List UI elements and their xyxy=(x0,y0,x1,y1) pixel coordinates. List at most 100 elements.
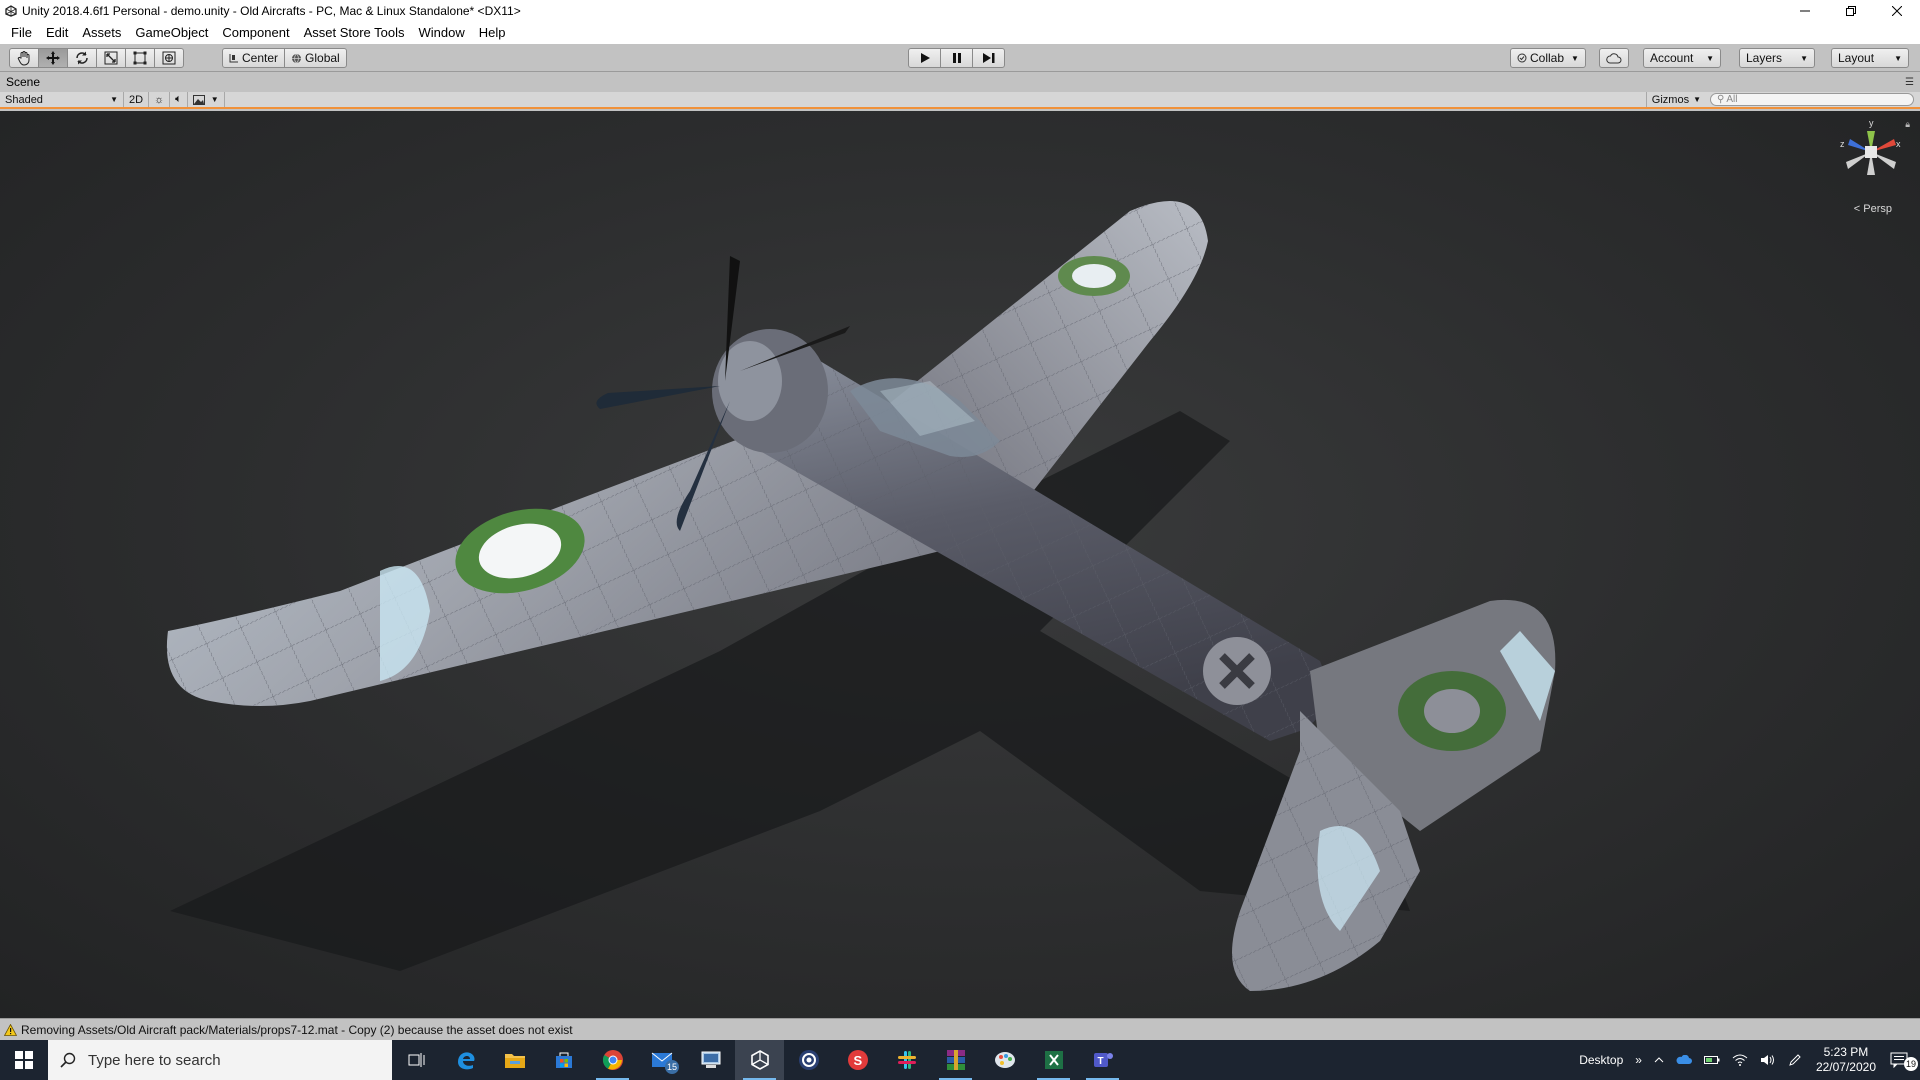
restore-button[interactable] xyxy=(1828,0,1874,22)
menu-help[interactable]: Help xyxy=(472,22,513,44)
transform-tool-button[interactable] xyxy=(154,48,184,68)
minimize-button[interactable] xyxy=(1782,0,1828,22)
substance-icon: S xyxy=(847,1050,868,1070)
volume-icon[interactable] xyxy=(1754,1054,1782,1066)
effects-dropdown[interactable]: ▼ xyxy=(188,92,225,107)
clock-time: 5:23 PM xyxy=(1823,1045,1869,1059)
taskbar-search-input[interactable]: Type here to search xyxy=(48,1040,392,1080)
svg-text:T: T xyxy=(1097,1056,1103,1067)
layout-dropdown[interactable]: Layout ▼ xyxy=(1831,48,1909,68)
tab-scene[interactable]: Scene xyxy=(6,75,40,89)
action-center-button[interactable]: 19 xyxy=(1884,1052,1920,1071)
pivot-center-button[interactable]: Center xyxy=(222,48,286,68)
menu-bar: File Edit Assets GameObject Component As… xyxy=(0,22,1920,44)
aircraft-model[interactable] xyxy=(0,111,1920,1018)
excel-icon xyxy=(1044,1051,1063,1069)
battery-icon[interactable] xyxy=(1698,1055,1726,1065)
taskbar-app-edge[interactable] xyxy=(441,1040,490,1080)
draw-mode-dropdown[interactable]: Shaded ▼ xyxy=(0,92,124,107)
taskbar-app-teams[interactable]: T xyxy=(1078,1040,1127,1080)
teams-icon: T xyxy=(1093,1053,1113,1067)
menu-component[interactable]: Component xyxy=(215,22,296,44)
taskbar-app-store[interactable] xyxy=(539,1040,588,1080)
pivot-toggles: Center Global xyxy=(222,48,347,68)
taskbar-app-chrome[interactable] xyxy=(588,1040,637,1080)
scene-viewport[interactable]: y z x 🔒︎ < Persp xyxy=(0,111,1920,1018)
toggle-2d-button[interactable]: 2D xyxy=(124,92,150,107)
start-button[interactable] xyxy=(0,1040,48,1080)
onedrive-icon[interactable] xyxy=(1670,1055,1698,1065)
status-message: Removing Assets/Old Aircraft pack/Materi… xyxy=(21,1022,573,1037)
gizmo-z-label: z xyxy=(1840,139,1845,149)
scale-tool-icon xyxy=(104,51,118,65)
hand-tool-button[interactable] xyxy=(9,48,39,68)
collab-button[interactable]: Collab ▼ xyxy=(1510,48,1586,68)
scale-tool-button[interactable] xyxy=(96,48,126,68)
menu-edit[interactable]: Edit xyxy=(39,22,75,44)
scene-toolbar: Shaded ▼ 2D ☼ 🔈︎ ▼ Gizmos ▼ ⚲ All xyxy=(0,92,1920,109)
taskbar-app-file-explorer[interactable] xyxy=(490,1040,539,1080)
show-hidden-icons[interactable] xyxy=(1648,1057,1670,1063)
taskbar-app-mail[interactable]: 15 xyxy=(637,1040,686,1080)
menu-assets[interactable]: Assets xyxy=(75,22,128,44)
rotate-tool-icon xyxy=(76,51,88,65)
pen-icon[interactable] xyxy=(1782,1053,1808,1067)
taskbar-search-placeholder: Type here to search xyxy=(88,1051,221,1069)
edge-icon xyxy=(457,1052,475,1070)
chevron-down-icon: ▼ xyxy=(110,95,118,104)
step-button[interactable] xyxy=(972,48,1005,68)
image-icon xyxy=(192,94,205,105)
collab-group: Collab ▼ xyxy=(1510,48,1586,68)
task-view-button[interactable] xyxy=(392,1040,441,1080)
gizmo-y-label: y xyxy=(1869,118,1874,128)
status-bar[interactable]: Removing Assets/Old Aircraft pack/Materi… xyxy=(0,1018,1920,1040)
taskbar-clock[interactable]: 5:23 PM 22/07/2020 xyxy=(1808,1045,1884,1075)
taskbar-app-unity[interactable] xyxy=(735,1040,784,1080)
taskbar-app-excel[interactable] xyxy=(1029,1040,1078,1080)
pivot-center-label: Center xyxy=(242,51,279,65)
pivot-global-button[interactable]: Global xyxy=(284,48,347,68)
gizmos-dropdown[interactable]: Gizmos ▼ xyxy=(1645,92,1706,107)
audio-toggle[interactable]: 🔈︎ xyxy=(170,92,188,107)
menu-asset-store-tools[interactable]: Asset Store Tools xyxy=(297,22,412,44)
taskbar-app-slack[interactable] xyxy=(882,1040,931,1080)
globe-icon xyxy=(292,53,302,64)
pause-button[interactable] xyxy=(940,48,973,68)
clock-date: 22/07/2020 xyxy=(1815,1060,1876,1074)
menu-gameobject[interactable]: GameObject xyxy=(128,22,215,44)
menu-file[interactable]: File xyxy=(4,22,39,44)
close-button[interactable] xyxy=(1874,0,1920,22)
double-chevron-icon[interactable]: » xyxy=(1629,1053,1648,1067)
pivot-center-icon xyxy=(229,54,238,63)
taskbar-app-network[interactable] xyxy=(686,1040,735,1080)
taskbar-app-substance[interactable]: S xyxy=(833,1040,882,1080)
windows-taskbar: Type here to search 15 S T Desktop » 5:2… xyxy=(0,1040,1920,1080)
move-tool-button[interactable] xyxy=(38,48,68,68)
title-bar: Unity 2018.4.6f1 Personal - demo.unity -… xyxy=(0,0,1920,22)
account-dropdown[interactable]: Account ▼ xyxy=(1643,48,1721,68)
taskbar-app-winrar[interactable] xyxy=(931,1040,980,1080)
task-view-icon xyxy=(408,1053,424,1067)
layers-dropdown[interactable]: Layers ▼ xyxy=(1739,48,1815,68)
cloud-button[interactable] xyxy=(1599,48,1629,68)
search-icon: ⚲ xyxy=(1717,94,1725,105)
menu-window[interactable]: Window xyxy=(412,22,472,44)
scene-search-input[interactable]: ⚲ All xyxy=(1710,93,1914,106)
lighting-toggle[interactable]: ☼ xyxy=(149,92,171,107)
chevron-down-icon: ▼ xyxy=(1706,53,1714,63)
projection-toggle[interactable]: < Persp xyxy=(1854,203,1892,215)
orientation-gizmo[interactable]: y z x xyxy=(1836,117,1906,190)
play-button[interactable] xyxy=(908,48,941,68)
rotate-tool-button[interactable] xyxy=(67,48,97,68)
cloud-group xyxy=(1599,48,1629,68)
tab-menu-icon[interactable]: ☰ xyxy=(1905,77,1914,88)
rect-tool-button[interactable] xyxy=(125,48,155,68)
wifi-icon[interactable] xyxy=(1726,1054,1754,1066)
gizmo-lock-icon[interactable]: 🔒︎ xyxy=(1905,119,1910,130)
desktop-toolbar-label[interactable]: Desktop xyxy=(1573,1053,1629,1067)
windows-logo-icon xyxy=(15,1051,33,1069)
taskbar-app-cinema4d[interactable] xyxy=(784,1040,833,1080)
chevron-down-icon: ▼ xyxy=(1693,95,1701,104)
taskbar-app-paint[interactable] xyxy=(980,1040,1029,1080)
cinema4d-icon xyxy=(798,1050,819,1070)
